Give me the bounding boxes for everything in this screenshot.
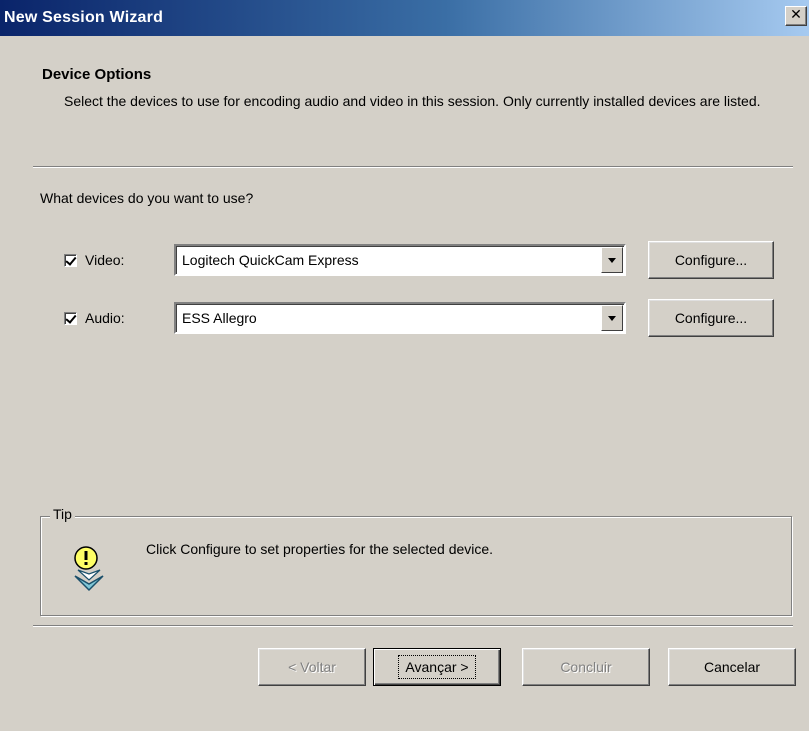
- audio-label: Audio:: [85, 310, 125, 326]
- lightbulb-tip-icon: [74, 546, 104, 592]
- wizard-header: Device Options Select the devices to use…: [0, 36, 809, 166]
- video-label: Video:: [85, 252, 125, 268]
- close-button[interactable]: ✕: [785, 6, 807, 26]
- page-heading: Device Options: [42, 66, 152, 83]
- video-device-value: Logitech QuickCam Express: [182, 252, 359, 268]
- footer-divider: [33, 625, 793, 627]
- back-button[interactable]: < Voltar: [258, 648, 366, 686]
- audio-dropdown-arrow-icon[interactable]: [601, 305, 623, 331]
- finish-button[interactable]: Concluir: [522, 648, 650, 686]
- video-device-select[interactable]: Logitech QuickCam Express: [174, 244, 626, 276]
- video-configure-button[interactable]: Configure...: [648, 241, 774, 279]
- audio-device-value: ESS Allegro: [182, 310, 257, 326]
- close-icon: ✕: [790, 7, 802, 23]
- header-divider: [33, 166, 793, 168]
- tip-groupbox: [40, 516, 792, 616]
- window-title: New Session Wizard: [4, 9, 164, 26]
- audio-device-select[interactable]: ESS Allegro: [174, 302, 626, 334]
- audio-configure-button[interactable]: Configure...: [648, 299, 774, 337]
- next-button-label: Avançar >: [398, 655, 476, 679]
- tip-text: Click Configure to set properties for th…: [146, 541, 494, 557]
- devices-question: What devices do you want to use?: [40, 190, 254, 206]
- video-row: Video:: [64, 244, 180, 276]
- video-dropdown-arrow-icon[interactable]: [601, 247, 623, 273]
- audio-row: Audio:: [64, 302, 180, 334]
- video-checkbox[interactable]: [64, 253, 77, 267]
- tip-legend: Tip: [50, 506, 75, 522]
- title-bar: New Session Wizard ✕: [0, 0, 809, 36]
- audio-checkbox[interactable]: [64, 311, 77, 325]
- next-button[interactable]: Avançar >: [373, 648, 501, 686]
- cancel-button[interactable]: Cancelar: [668, 648, 796, 686]
- page-description: Select the devices to use for encoding a…: [64, 93, 761, 109]
